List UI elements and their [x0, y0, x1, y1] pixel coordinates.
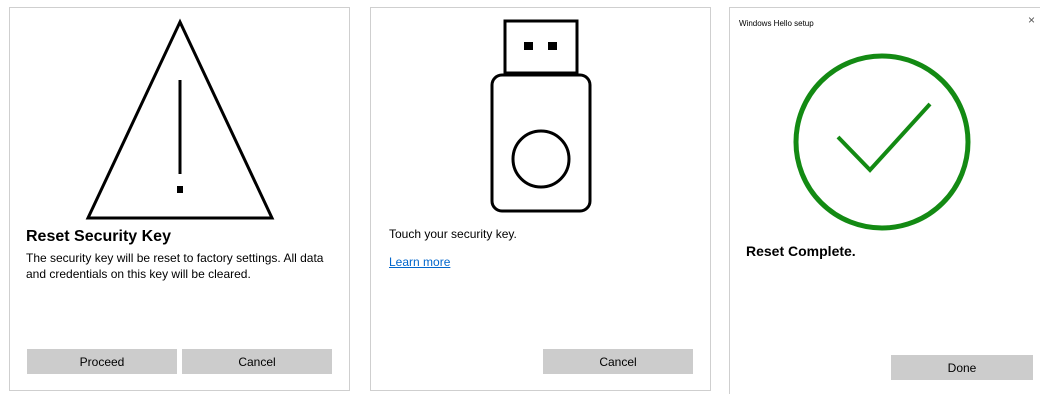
reset-complete-message: Reset Complete. — [746, 243, 856, 259]
dialog-title: Reset Security Key — [26, 228, 171, 245]
cancel-button[interactable]: Cancel — [182, 349, 332, 374]
touch-security-key-dialog: Touch your security key. Learn more Canc… — [370, 7, 711, 391]
windows-hello-setup-window: Windows Hello setup × Reset Complete. Do… — [729, 7, 1040, 394]
proceed-button[interactable]: Proceed — [27, 349, 177, 374]
close-icon[interactable]: × — [1028, 14, 1035, 26]
dialog-description: The security key will be reset to factor… — [26, 251, 324, 281]
touch-instruction: Touch your security key. — [389, 227, 517, 241]
checkmark-circle-icon — [793, 53, 971, 231]
warning-icon — [85, 18, 275, 220]
cancel-button[interactable]: Cancel — [543, 349, 693, 374]
reset-security-key-dialog: Reset Security Key The security key will… — [9, 7, 350, 391]
window-title: Windows Hello setup — [739, 19, 814, 28]
done-button[interactable]: Done — [891, 355, 1033, 380]
learn-more-link[interactable]: Learn more — [389, 255, 450, 269]
usb-security-key-icon — [490, 19, 592, 213]
